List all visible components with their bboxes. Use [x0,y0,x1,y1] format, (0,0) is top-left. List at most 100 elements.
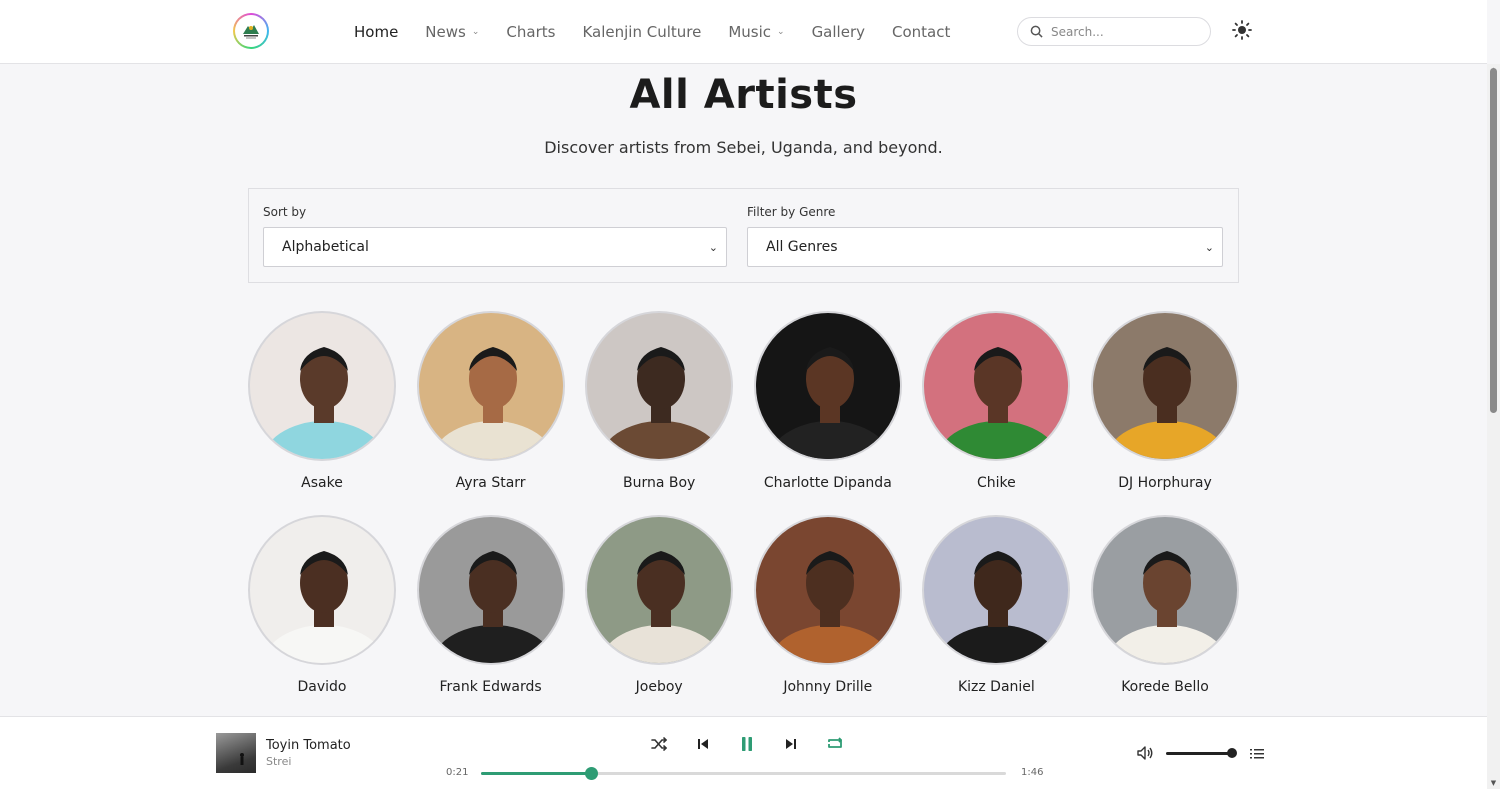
sun-icon [1232,20,1252,40]
artist-name[interactable]: Kizz Daniel [922,679,1070,695]
artist-card[interactable]: Korede Bello [1091,515,1239,695]
artist-name[interactable]: Burna Boy [585,475,733,491]
scroll-thumb[interactable] [1490,68,1497,413]
artist-photo[interactable] [248,515,396,665]
next-icon [786,739,796,749]
main-nav: Home News ⌄ Charts Kalenjin Culture Music ⌄ Gal… [354,0,977,63]
artist-name[interactable]: Charlotte Dipanda [754,475,902,491]
nav-item-gallery[interactable]: Gallery [812,23,865,41]
sort-label: Sort by [263,205,307,219]
artist-name[interactable]: Asake [248,475,396,491]
logo-icon [243,25,259,39]
artist-photo[interactable] [1091,311,1239,461]
chevron-down-icon: ⌄ [777,26,785,37]
cover-figure-icon [240,753,244,765]
artist-photo[interactable] [922,311,1071,461]
artist-card[interactable]: Asake [248,311,396,491]
search-input[interactable] [1051,24,1191,39]
nav-item-charts[interactable]: Charts [506,23,555,41]
track-artist[interactable]: Strei [266,755,291,768]
artist-photo[interactable] [416,515,565,665]
page-scrollbar[interactable]: ▲ ▼ [1487,64,1500,789]
progress-fill [481,772,592,775]
repeat-button[interactable] [824,733,846,755]
artist-card[interactable]: Chike [922,311,1071,491]
duration: 1:46 [1021,767,1044,778]
track-title: Toyin Tomato [266,738,351,753]
artist-photo[interactable] [1091,515,1239,665]
page-subtitle: Discover artists from Sebei, Uganda, and… [544,138,943,157]
artist-card[interactable]: Burna Boy [585,311,734,491]
queue-button[interactable] [1250,746,1264,765]
volume-handle[interactable] [1227,748,1237,758]
shuffle-button[interactable] [648,733,670,755]
nav-item-label: Home [354,22,399,41]
playback-controls [648,733,868,755]
progress-handle[interactable] [585,767,599,780]
artist-card[interactable]: Joeboy [585,515,734,695]
artist-photo[interactable] [585,311,734,461]
artist-photo[interactable] [922,515,1071,665]
site-header: Home News ⌄ Charts Kalenjin Culture Music ⌄ Gal… [0,0,1487,64]
sort-select[interactable]: Alphabetical ⌄ [263,227,727,267]
volume-slider[interactable] [1166,752,1232,755]
nav-item-label: Contact [892,22,951,41]
artist-name[interactable]: Frank Edwards [417,679,565,695]
artist-photo[interactable] [753,515,902,665]
artist-name[interactable]: DJ Horphuray [1091,475,1239,491]
artist-card[interactable]: Johnny Drille [753,515,902,695]
progress-bar[interactable] [481,767,1006,780]
search-box[interactable] [1017,17,1211,46]
nav-item-news[interactable]: News ⌄ [425,23,479,41]
nav-item-label: Kalenjin Culture [582,22,702,41]
genre-label: Filter by Genre [747,205,836,219]
artist-photo[interactable] [248,311,396,461]
chevron-down-icon: ⌄ [708,240,718,254]
queue-list-icon [1250,749,1264,759]
scroll-down-arrow-icon[interactable]: ▼ [1487,777,1500,789]
nav-item-music[interactable]: Music ⌄ [728,23,784,41]
artist-card[interactable]: DJ Horphuray [1091,311,1239,491]
nav-item-home[interactable]: Home [354,23,398,41]
volume-icon [1137,746,1153,760]
site-logo[interactable] [233,13,269,49]
pause-button[interactable] [736,733,758,755]
artist-card[interactable]: Charlotte Dipanda [753,311,902,491]
repeat-icon [828,737,842,748]
current-time: 0:21 [446,767,469,778]
genre-value: All Genres [766,239,838,255]
chevron-down-icon: ⌄ [471,26,480,37]
nav-item-label: News [425,22,466,41]
page-title: All Artists [629,72,858,118]
artist-name[interactable]: Korede Bello [1091,679,1239,695]
artist-photo[interactable] [416,311,565,461]
genre-select[interactable]: All Genres ⌄ [747,227,1223,267]
chevron-down-icon: ⌄ [1204,240,1214,254]
artist-name[interactable]: Johnny Drille [754,679,902,695]
filters-panel: Sort by Alphabetical ⌄ Filter by Genre A… [248,188,1239,283]
nav-item-label: Charts [506,22,556,41]
theme-toggle-button[interactable] [1231,19,1253,41]
nav-item-label: Music [728,22,772,41]
artist-card[interactable]: Davido [248,515,396,695]
previous-button[interactable] [692,733,714,755]
artist-card[interactable]: Frank Edwards [416,515,565,695]
previous-icon [698,739,708,749]
artist-name[interactable]: Davido [248,679,396,695]
sort-group: Sort by Alphabetical ⌄ [263,205,727,267]
artist-card[interactable]: Kizz Daniel [922,515,1071,695]
search-icon [1030,25,1043,38]
artist-card[interactable]: Ayra Starr [416,311,565,491]
artist-name[interactable]: Joeboy [585,679,733,695]
next-button[interactable] [780,733,802,755]
nav-item-kalenjin-culture[interactable]: Kalenjin Culture [582,23,701,41]
pause-icon [742,737,752,751]
track-cover-art[interactable] [216,733,256,773]
artist-name[interactable]: Chike [922,475,1070,491]
nav-item-contact[interactable]: Contact [892,23,950,41]
artist-photo[interactable] [753,311,902,461]
artist-photo[interactable] [585,515,734,665]
music-player: Toyin Tomato Strei 0:21 1:46 [0,716,1487,789]
volume-button[interactable] [1136,744,1154,766]
artist-name[interactable]: Ayra Starr [417,475,565,491]
